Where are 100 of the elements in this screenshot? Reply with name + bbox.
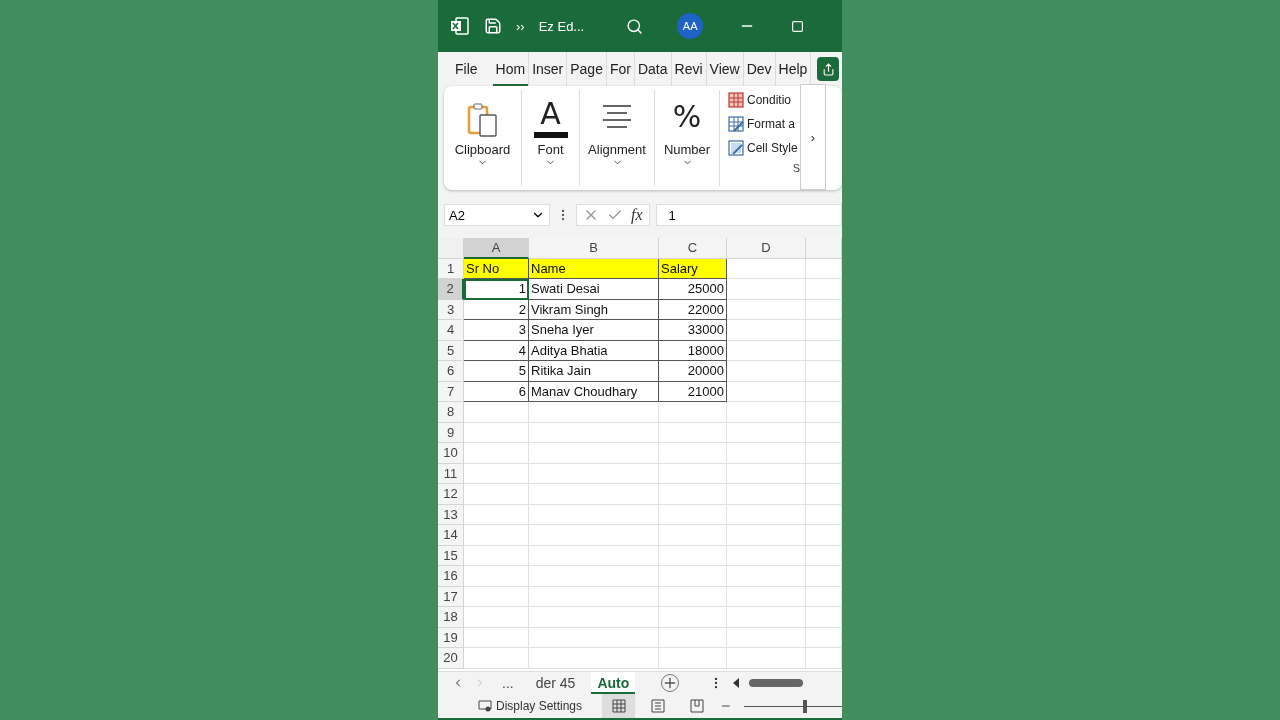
- grid-cell[interactable]: [727, 525, 806, 546]
- grid-cell[interactable]: [464, 443, 529, 464]
- grid-cell[interactable]: [806, 320, 842, 341]
- column-header[interactable]: C: [659, 238, 727, 259]
- ribbon-tab[interactable]: File: [452, 52, 481, 86]
- grid-cell[interactable]: [727, 422, 806, 443]
- overflow-button[interactable]: ››: [516, 18, 525, 34]
- grid-cell[interactable]: [464, 402, 529, 423]
- grid-cell[interactable]: [806, 525, 842, 546]
- row-header[interactable]: 5: [438, 340, 464, 361]
- grid-cell[interactable]: [529, 525, 659, 546]
- grid-cell[interactable]: [464, 484, 529, 505]
- grid-cell[interactable]: [464, 525, 529, 546]
- row-header[interactable]: 16: [438, 566, 464, 587]
- grid-cell[interactable]: [806, 586, 842, 607]
- grid-cell[interactable]: [806, 381, 842, 402]
- grid-cell[interactable]: [659, 504, 727, 525]
- grid-cell[interactable]: [464, 627, 529, 648]
- grid-cell[interactable]: [727, 443, 806, 464]
- grid-cell[interactable]: [727, 607, 806, 628]
- row-header[interactable]: 15: [438, 545, 464, 566]
- grid-cell[interactable]: [727, 484, 806, 505]
- grid-cell[interactable]: [529, 422, 659, 443]
- grid-cell[interactable]: [464, 545, 529, 566]
- grid-cell[interactable]: [529, 586, 659, 607]
- grid-cell[interactable]: [727, 504, 806, 525]
- grid-cell[interactable]: [727, 627, 806, 648]
- grid-cell[interactable]: [806, 627, 842, 648]
- account-avatar[interactable]: AA: [677, 13, 704, 39]
- grid-cell[interactable]: [806, 463, 842, 484]
- grid-cell[interactable]: [464, 648, 529, 669]
- grid-cell[interactable]: [806, 545, 842, 566]
- style-command[interactable]: Format a: [728, 116, 800, 132]
- grid-cell[interactable]: [806, 258, 842, 279]
- grid-cell[interactable]: [529, 648, 659, 669]
- style-command[interactable]: Cell Style: [728, 140, 800, 156]
- row-header[interactable]: 19: [438, 627, 464, 648]
- grid-cell[interactable]: [529, 607, 659, 628]
- column-header[interactable]: [806, 238, 842, 259]
- grid-cell[interactable]: [806, 340, 842, 361]
- grid-cell[interactable]: [727, 320, 806, 341]
- grid-cell[interactable]: [806, 422, 842, 443]
- grid-cell[interactable]: [659, 545, 727, 566]
- name-box[interactable]: A2: [444, 204, 550, 226]
- formula-field[interactable]: 1: [655, 204, 842, 226]
- row-header[interactable]: 12: [438, 484, 464, 505]
- grid-cell[interactable]: [529, 545, 659, 566]
- grid-cell[interactable]: [727, 402, 806, 423]
- sheet-tab[interactable]: der 45: [529, 672, 582, 694]
- row-header[interactable]: 8: [438, 402, 464, 423]
- row-header[interactable]: 20: [438, 648, 464, 669]
- row-header[interactable]: 4: [438, 320, 464, 341]
- row-header[interactable]: 13: [438, 504, 464, 525]
- grid-cell[interactable]: [659, 648, 727, 669]
- grid-cell[interactable]: [806, 361, 842, 382]
- ribbon-group-button[interactable]: Number: [663, 142, 711, 157]
- column-header[interactable]: A: [464, 238, 529, 259]
- grid-cell[interactable]: [806, 299, 842, 320]
- grid-cell[interactable]: [806, 648, 842, 669]
- grid-cell[interactable]: [529, 484, 659, 505]
- grid-cell[interactable]: [464, 586, 529, 607]
- grid-cell[interactable]: [464, 566, 529, 587]
- grid-cell[interactable]: [464, 504, 529, 525]
- grid-cell[interactable]: [727, 648, 806, 669]
- search-icon[interactable]: [626, 17, 644, 35]
- grid-cell[interactable]: [727, 340, 806, 361]
- row-header[interactable]: 6: [438, 361, 464, 382]
- grid-cell[interactable]: [529, 402, 659, 423]
- grid-cell[interactable]: [727, 258, 806, 279]
- grid-cell[interactable]: [659, 402, 727, 423]
- grid-cell[interactable]: [806, 504, 842, 525]
- grid-cell[interactable]: [529, 463, 659, 484]
- grid-cell[interactable]: [659, 586, 727, 607]
- grid-cell[interactable]: [659, 566, 727, 587]
- grid-cell[interactable]: [727, 545, 806, 566]
- row-header[interactable]: 17: [438, 586, 464, 607]
- grid-cell[interactable]: [806, 402, 842, 423]
- column-header[interactable]: D: [727, 238, 806, 259]
- grid-cell[interactable]: [529, 566, 659, 587]
- row-header[interactable]: 1: [438, 258, 464, 279]
- grid-cell[interactable]: [806, 443, 842, 464]
- grid-cell[interactable]: [806, 566, 842, 587]
- grid-cell[interactable]: [529, 504, 659, 525]
- grid-cell[interactable]: [529, 627, 659, 648]
- view-button[interactable]: [602, 694, 636, 718]
- column-header[interactable]: B: [529, 238, 659, 259]
- grid-cell[interactable]: [727, 463, 806, 484]
- style-command[interactable]: Conditio: [728, 92, 800, 108]
- select-all-corner[interactable]: [438, 238, 464, 259]
- maximize-icon[interactable]: [791, 19, 805, 33]
- grid-cell[interactable]: [659, 443, 727, 464]
- grid-cell[interactable]: [806, 279, 842, 300]
- grid-cell[interactable]: [727, 566, 806, 587]
- scroll-left-icon[interactable]: [733, 678, 740, 688]
- function-button[interactable]: fx: [631, 206, 643, 224]
- row-header[interactable]: 3: [438, 299, 464, 320]
- zoom-thumb[interactable]: [802, 699, 807, 713]
- grid-cell[interactable]: [464, 422, 529, 443]
- ribbon-group-button[interactable]: Font: [537, 142, 564, 157]
- grid-cell[interactable]: [659, 484, 727, 505]
